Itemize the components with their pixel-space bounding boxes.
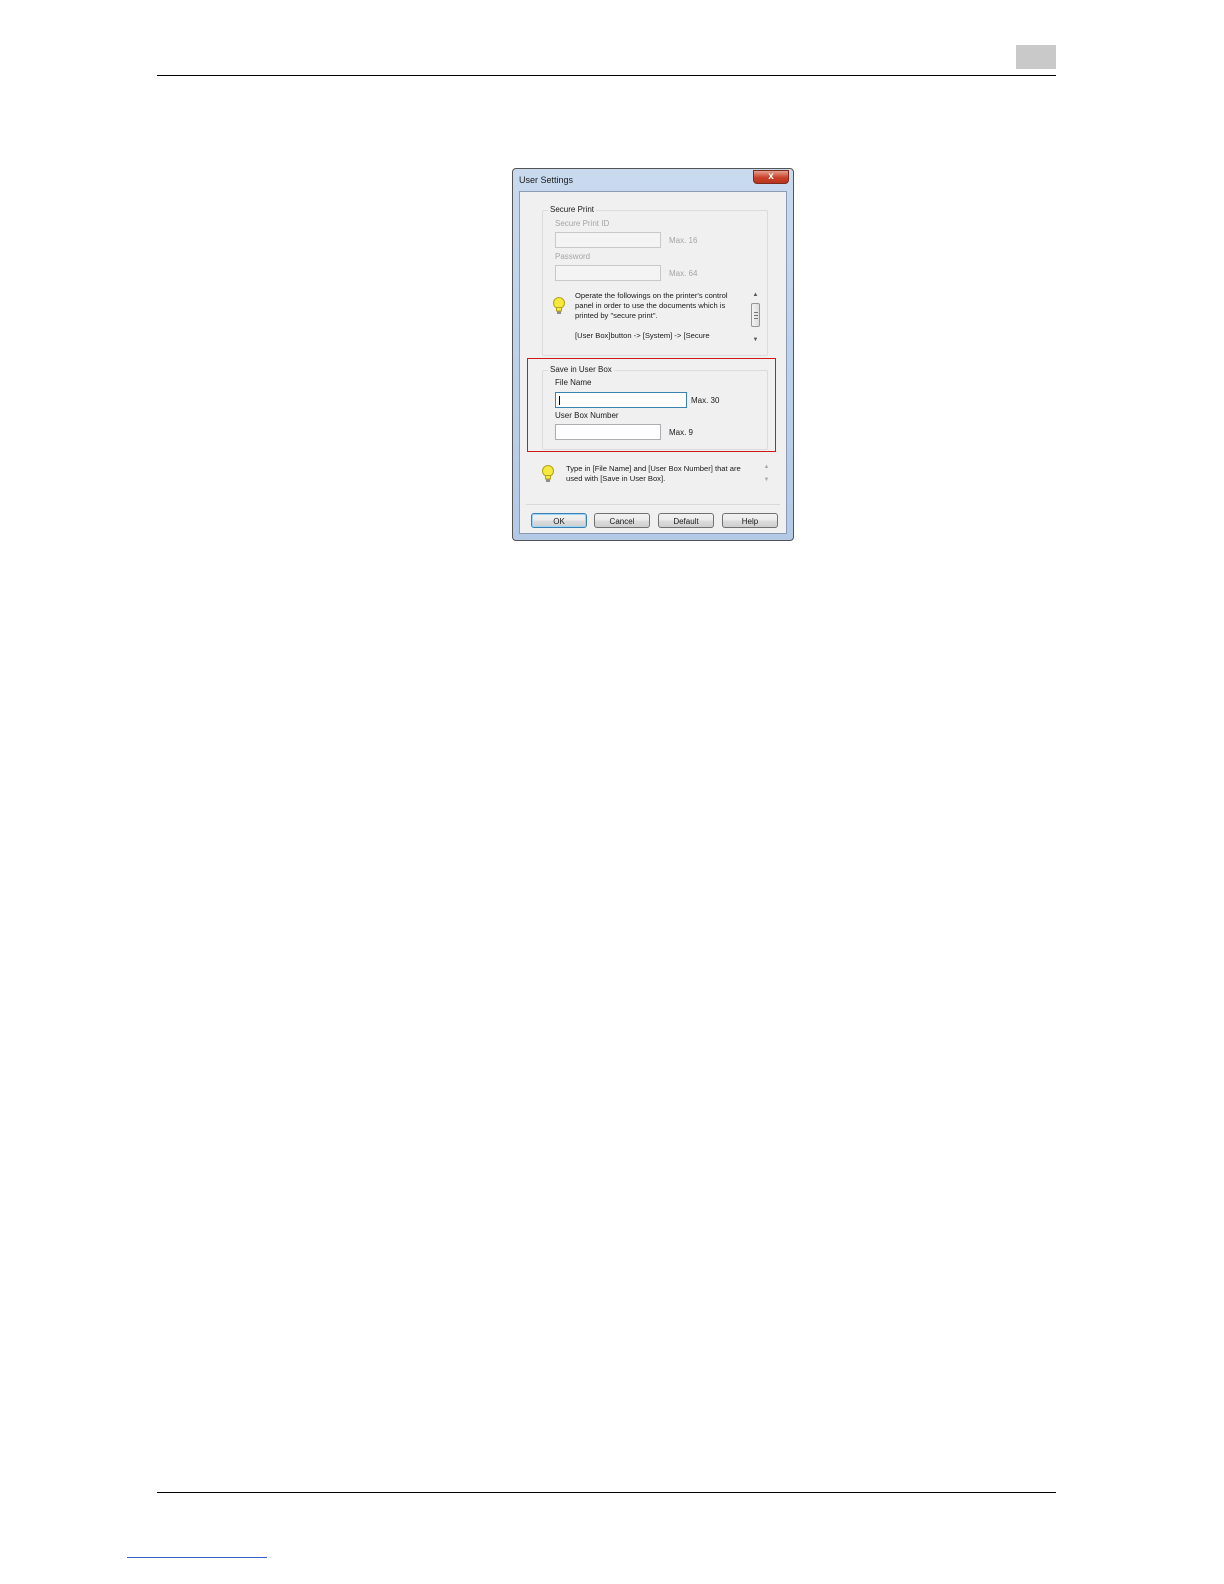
- lightbulb-icon: [553, 297, 565, 314]
- lightbulb-icon: [542, 465, 554, 482]
- scroll-up-icon[interactable]: ▲: [761, 464, 772, 470]
- secure-print-hint-line: printed by "secure print".: [575, 311, 658, 320]
- help-button[interactable]: Help: [722, 513, 778, 528]
- close-icon: x: [768, 171, 774, 182]
- close-button[interactable]: x: [753, 170, 789, 184]
- footer-link-underline[interactable]: [127, 1557, 267, 1558]
- header-rule: [157, 75, 1056, 76]
- cancel-button[interactable]: Cancel: [594, 513, 650, 528]
- scroll-down-icon[interactable]: ▼: [750, 337, 761, 343]
- secure-print-hint-line: panel in order to use the documents whic…: [575, 301, 726, 310]
- secure-print-hint-scrollbar[interactable]: ▲ ▼: [750, 291, 761, 347]
- scroll-down-icon[interactable]: ▼: [761, 477, 772, 483]
- secure-print-id-input[interactable]: [555, 232, 661, 248]
- user-box-hint-line: used with [Save in User Box].: [566, 474, 666, 483]
- button-separator: [526, 504, 780, 505]
- scroll-thumb[interactable]: [751, 303, 760, 327]
- ok-button[interactable]: OK: [531, 513, 587, 528]
- secure-print-hint: Operate the followings on the printer's …: [575, 291, 728, 341]
- user-box-hint-line: Type in [File Name] and [User Box Number…: [566, 464, 741, 473]
- highlight-frame: [527, 358, 776, 452]
- user-box-hint-scrollbar[interactable]: ▲ ▼: [761, 464, 772, 488]
- chapter-tab: [1016, 45, 1056, 69]
- dialog-titlebar[interactable]: User Settings x: [513, 169, 793, 191]
- secure-print-group-label: Secure Print: [548, 205, 597, 214]
- user-box-hint: Type in [File Name] and [User Box Number…: [566, 464, 741, 484]
- scroll-up-icon[interactable]: ▲: [750, 292, 761, 298]
- secure-print-hint-line: [User Box]button -> [System] -> [Secure: [575, 331, 710, 340]
- password-input[interactable]: [555, 265, 661, 281]
- password-label: Password: [555, 252, 591, 261]
- secure-print-id-max: Max. 16: [669, 236, 698, 245]
- password-max: Max. 64: [669, 269, 698, 278]
- user-settings-dialog: User Settings x Secure Print Secure Prin…: [512, 168, 794, 541]
- footer-rule: [157, 1492, 1056, 1493]
- default-button[interactable]: Default: [658, 513, 714, 528]
- secure-print-hint-line: Operate the followings on the printer's …: [575, 291, 728, 300]
- secure-print-id-label: Secure Print ID: [555, 219, 610, 228]
- dialog-title: User Settings: [519, 175, 574, 185]
- secure-print-group: Secure Print Secure Print ID Max. 16 Pas…: [542, 205, 768, 356]
